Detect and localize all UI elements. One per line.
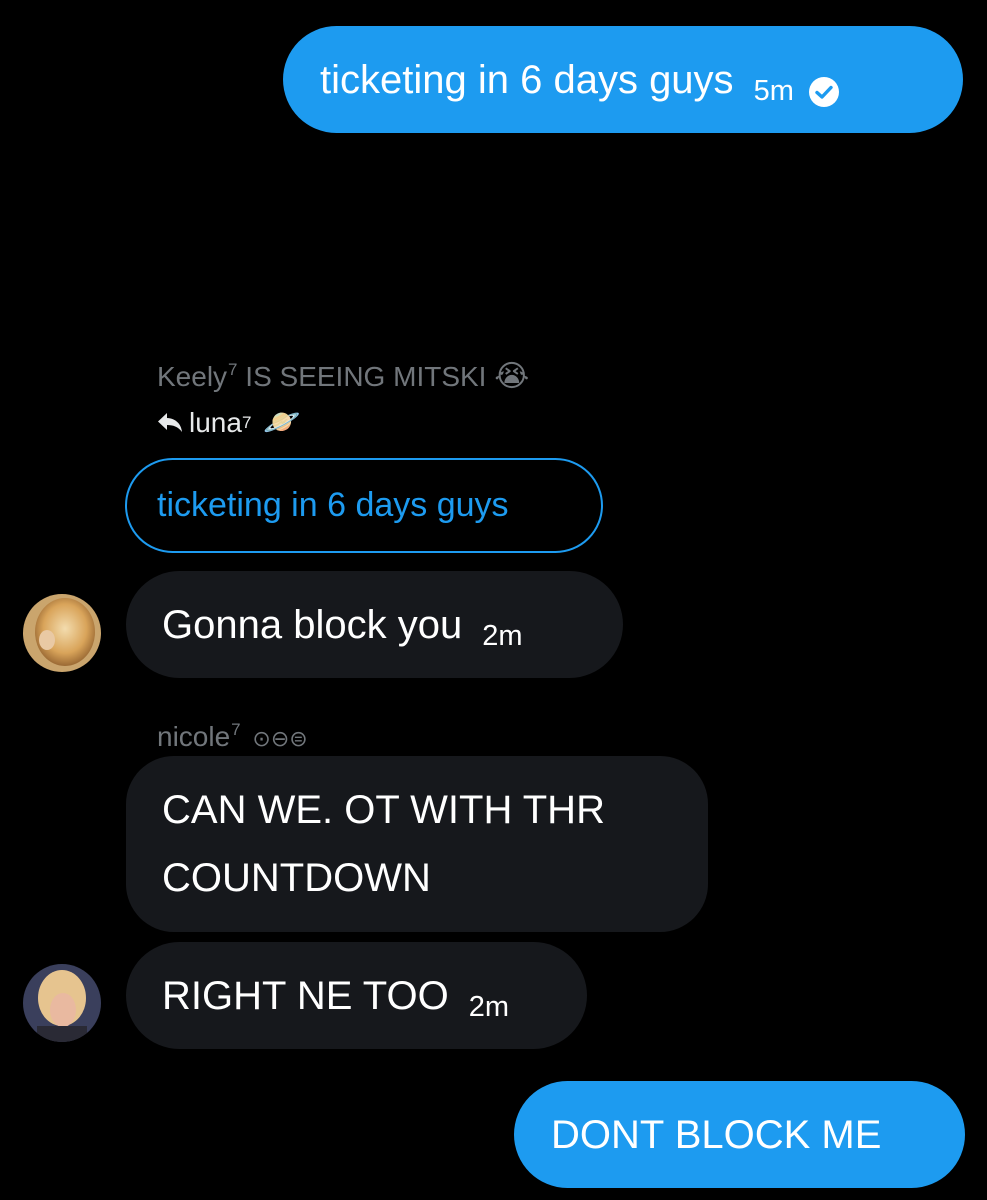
message-timestamp: 2m xyxy=(482,620,523,652)
message-text: DONT BLOCK ME xyxy=(551,1112,882,1157)
reply-to-superscript: 7 xyxy=(241,413,252,432)
check-circle-icon xyxy=(808,76,839,107)
quoted-message-text: ticketing in 6 days guys xyxy=(157,486,509,524)
message-timestamp: 2m xyxy=(468,991,510,1023)
user-avatar-image xyxy=(23,594,101,672)
sender-status-text: IS SEEING MITSKI xyxy=(245,361,487,392)
user-avatar-image xyxy=(23,964,101,1042)
sent-message-bubble[interactable]: ticketing in 6 days guys 5m xyxy=(283,26,963,133)
ringed-planet-emoji: 🪐 xyxy=(263,406,301,439)
sender-display-name: nicole xyxy=(157,721,231,752)
reply-to-indicator[interactable]: luna 7 🪐 xyxy=(157,406,301,440)
sender-display-name: Keely xyxy=(157,361,228,392)
message-text: Gonna block you xyxy=(162,602,463,647)
quoted-message[interactable]: ticketing in 6 days guys xyxy=(125,458,603,553)
message-text: RIGHT NE TOO xyxy=(162,973,449,1018)
received-message-bubble[interactable]: RIGHT NE TOO 2m xyxy=(126,942,587,1049)
received-message-bubble[interactable]: Gonna block you 2m xyxy=(126,571,623,678)
message-text: ticketing in 6 days guys xyxy=(320,57,734,102)
crying-face-emoji: 😭 xyxy=(494,360,530,393)
reply-to-name: luna xyxy=(189,407,242,438)
message-text: CAN WE. OT WITH THR COUNTDOWN xyxy=(162,788,605,900)
sender-name: nicole7 ⊙⊖⊜ xyxy=(157,713,308,756)
sender-symbols: ⊙⊖⊜ xyxy=(252,726,308,751)
sender-name: Keely7 IS SEEING MITSKI 😭 xyxy=(157,353,529,394)
received-message-bubble[interactable]: CAN WE. OT WITH THR COUNTDOWN xyxy=(126,756,708,932)
sender-superscript: 7 xyxy=(231,720,241,739)
sender-superscript: 7 xyxy=(228,360,238,379)
avatar[interactable] xyxy=(23,594,101,672)
sent-message-bubble[interactable]: DONT BLOCK ME xyxy=(514,1081,965,1188)
avatar[interactable] xyxy=(23,964,101,1042)
message-timestamp: 5m xyxy=(753,75,794,107)
reply-arrow-icon xyxy=(158,413,182,432)
